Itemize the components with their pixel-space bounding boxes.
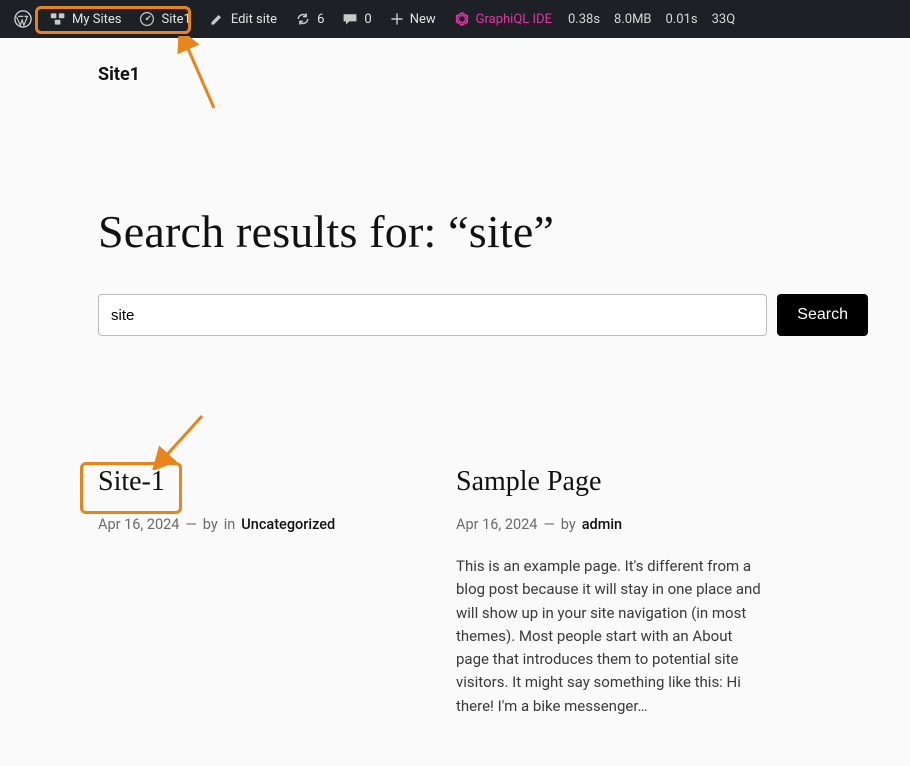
result-meta: Apr 16, 2024 — by admin — [456, 516, 766, 533]
new-label: New — [410, 12, 436, 27]
current-site-label: Site1 — [161, 12, 190, 27]
new-content-link[interactable]: New — [382, 0, 444, 38]
current-site-link[interactable]: Site1 — [131, 0, 198, 38]
search-button[interactable]: Search — [777, 294, 868, 336]
updates-link[interactable]: 6 — [287, 0, 332, 38]
meta-by: by — [203, 516, 218, 533]
results-grid: Site-1 Apr 16, 2024 — by in Uncategorize… — [98, 466, 868, 718]
graphql-icon — [454, 11, 470, 27]
stat-mem: 8.0MB — [608, 12, 658, 27]
edit-site-link[interactable]: Edit site — [201, 0, 285, 38]
search-form: Search — [98, 294, 868, 336]
result-excerpt: This is an example page. It's different … — [456, 555, 766, 718]
stat-time2: 0.01s — [660, 12, 704, 27]
stat-queries: 33Q — [706, 12, 742, 27]
result-item: Site-1 Apr 16, 2024 — by in Uncategorize… — [98, 466, 408, 718]
wp-logo[interactable] — [6, 0, 40, 38]
wp-admin-bar: My Sites Site1 Edit site 6 0 New — [0, 0, 910, 38]
result-author[interactable]: admin — [582, 516, 622, 533]
result-category[interactable]: Uncategorized — [241, 516, 335, 533]
my-sites-label: My Sites — [72, 12, 121, 27]
result-date: Apr 16, 2024 — [98, 516, 179, 533]
site-title[interactable]: Site1 — [0, 64, 910, 85]
plus-icon — [390, 12, 404, 26]
meta-dash: — — [185, 516, 196, 533]
dashboard-icon — [139, 11, 155, 27]
meta-in: in — [224, 516, 236, 533]
main-content: Search results for: “site” Search Site-1… — [98, 85, 868, 718]
search-input[interactable] — [98, 294, 767, 336]
update-icon — [295, 11, 311, 27]
page-body: Site1 Search results for: “site” Search … — [0, 38, 910, 718]
wordpress-icon — [14, 10, 32, 28]
comments-link[interactable]: 0 — [334, 0, 379, 38]
search-results-heading: Search results for: “site” — [98, 205, 868, 258]
my-sites-link[interactable]: My Sites — [42, 0, 129, 38]
comment-icon — [342, 11, 358, 27]
edit-site-label: Edit site — [231, 12, 277, 27]
result-meta: Apr 16, 2024 — by in Uncategorized — [98, 516, 408, 533]
result-item: Sample Page Apr 16, 2024 — by admin This… — [456, 466, 766, 718]
result-title-link[interactable]: Sample Page — [456, 466, 766, 498]
result-date: Apr 16, 2024 — [456, 516, 537, 533]
result-title-link[interactable]: Site-1 — [98, 466, 408, 498]
pencil-icon — [209, 11, 225, 27]
comments-count: 0 — [364, 12, 371, 27]
graphiql-label: GraphiQL IDE — [476, 12, 552, 27]
meta-dash: — — [543, 516, 554, 533]
stat-time: 0.38s — [562, 12, 606, 27]
multisite-icon — [50, 11, 66, 27]
updates-count: 6 — [317, 12, 324, 27]
graphiql-link[interactable]: GraphiQL IDE — [446, 0, 560, 38]
meta-by: by — [561, 516, 576, 533]
